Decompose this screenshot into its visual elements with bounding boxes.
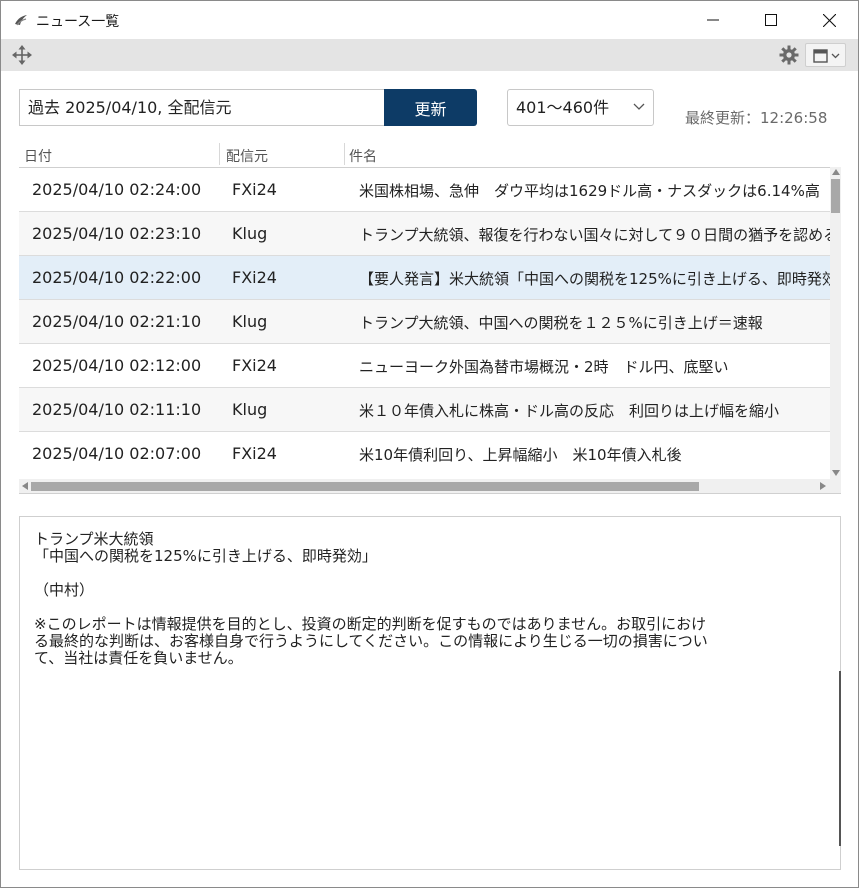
row-subject: 米１０年債入札に株高・ドル高の反応 利回りは上げ幅を縮小: [359, 402, 780, 420]
table-row[interactable]: 2025/04/10 02:23:10 Klug トランプ大統領、報復を行わない…: [19, 212, 830, 256]
close-button[interactable]: [800, 1, 858, 39]
horizontal-scroll-thumb[interactable]: [31, 482, 699, 491]
row-subject: トランプ大統領、報復を行わない国々に対して９０日間の猶予を認める＝: [359, 226, 830, 244]
scroll-left-arrow-icon[interactable]: [21, 482, 29, 490]
window-layout-button[interactable]: [805, 43, 846, 67]
column-separator[interactable]: [219, 143, 220, 165]
minimize-button[interactable]: [684, 1, 742, 39]
title-bar[interactable]: ニュース一覧: [1, 1, 858, 39]
row-source: FXi24: [232, 180, 277, 199]
row-date: 2025/04/10 02:21:10: [32, 312, 202, 331]
range-select[interactable]: 401～460件: [507, 89, 654, 126]
news-table: 2025/04/10 02:24:00 FXi24 米国株相場、急伸 ダウ平均は…: [19, 167, 830, 475]
row-source: Klug: [232, 400, 268, 419]
row-date: 2025/04/10 02:12:00: [32, 356, 202, 375]
news-list-window: ニュース一覧 過去 2025/04/10, 全配信元 更新 401～460件 最…: [0, 0, 859, 888]
detail-line: 「中国への関税を125%に引き上げる、即時発効」: [34, 547, 377, 565]
window-title: ニュース一覧: [36, 14, 120, 30]
row-subject: 米10年債利回り、上昇幅縮小 米10年債入札後: [359, 446, 682, 464]
chevron-down-icon: [633, 103, 645, 110]
table-row[interactable]: 2025/04/10 02:24:00 FXi24 米国株相場、急伸 ダウ平均は…: [19, 168, 830, 212]
table-row[interactable]: 2025/04/10 02:11:10 Klug 米１０年債入札に株高・ドル高の…: [19, 388, 830, 432]
row-date: 2025/04/10 02:07:00: [32, 444, 202, 463]
maximize-button[interactable]: [742, 1, 800, 39]
table-horizontal-scrollbar[interactable]: [19, 479, 841, 493]
refresh-button[interactable]: 更新: [384, 89, 477, 126]
vertical-scroll-thumb[interactable]: [831, 179, 840, 213]
move-icon[interactable]: [12, 45, 32, 65]
detail-disclaimer: ※このレポートは情報提供を目的とし、投資の断定的判断を促すものではありません。お…: [34, 615, 707, 633]
row-source: FXi24: [232, 356, 277, 375]
row-date: 2025/04/10 02:11:10: [32, 400, 202, 419]
app-logo-icon: [15, 15, 27, 26]
maximize-icon: [765, 14, 777, 26]
scroll-right-arrow-icon[interactable]: [819, 482, 827, 490]
detail-line: トランプ米大統領: [34, 530, 154, 548]
pane-divider[interactable]: [19, 493, 841, 494]
filter-input[interactable]: 過去 2025/04/10, 全配信元: [19, 89, 387, 126]
close-icon: [822, 13, 836, 27]
column-header-subject[interactable]: 件名: [349, 146, 377, 166]
column-separator[interactable]: [344, 143, 345, 165]
column-header-source[interactable]: 配信元: [226, 146, 268, 166]
detail-disclaimer: る最終的な判断は、お客様自身で行うようにしてください。この情報により生じる一切の…: [34, 632, 708, 650]
detail-blank-line: [34, 565, 826, 582]
row-subject: トランプ大統領、中国への関税を１２５%に引き上げ＝速報: [359, 314, 763, 332]
last-updated-label: 最終更新：12:26:58: [685, 109, 828, 127]
row-subject: ニューヨーク外国為替市場概況・2時 ドル円、底堅い: [359, 358, 729, 376]
row-date: 2025/04/10 02:22:00: [32, 268, 202, 287]
window-layout-icon: [813, 49, 840, 63]
table-row-selected[interactable]: 2025/04/10 02:22:00 FXi24 【要人発言】米大統領「中国へ…: [19, 256, 830, 300]
row-date: 2025/04/10 02:24:00: [32, 180, 202, 199]
table-header: 日付 配信元 件名: [19, 141, 841, 167]
row-subject: 【要人発言】米大統領「中国への関税を125%に引き上げる、即時発効」: [359, 270, 830, 288]
table-row[interactable]: 2025/04/10 02:07:00 FXi24 米10年債利回り、上昇幅縮小…: [19, 432, 830, 475]
scroll-up-arrow-icon[interactable]: [832, 168, 840, 176]
news-detail-pane[interactable]: トランプ米大統領 「中国への関税を125%に引き上げる、即時発効」 （中村） ※…: [19, 516, 841, 870]
scroll-down-arrow-icon[interactable]: [832, 469, 840, 477]
toolbar: [1, 39, 858, 71]
detail-line: （中村）: [34, 581, 95, 599]
detail-blank-line: [34, 599, 826, 616]
row-date: 2025/04/10 02:23:10: [32, 224, 202, 243]
table-vertical-scrollbar[interactable]: [830, 167, 841, 479]
row-source: Klug: [232, 224, 268, 243]
row-source: FXi24: [232, 268, 277, 287]
table-row[interactable]: 2025/04/10 02:12:00 FXi24 ニューヨーク外国為替市場概況…: [19, 344, 830, 388]
detail-scroll-indicator: [839, 671, 841, 846]
column-header-date[interactable]: 日付: [24, 146, 52, 166]
detail-disclaimer: て、当社は責任を負いません。: [34, 649, 243, 667]
row-source: Klug: [232, 312, 268, 331]
gear-icon[interactable]: [779, 45, 799, 65]
row-source: FXi24: [232, 444, 277, 463]
minimize-icon: [707, 19, 719, 21]
row-subject: 米国株相場、急伸 ダウ平均は1629ドル高・ナスダックは6.14%高: [359, 182, 820, 200]
table-row[interactable]: 2025/04/10 02:21:10 Klug トランプ大統領、中国への関税を…: [19, 300, 830, 344]
